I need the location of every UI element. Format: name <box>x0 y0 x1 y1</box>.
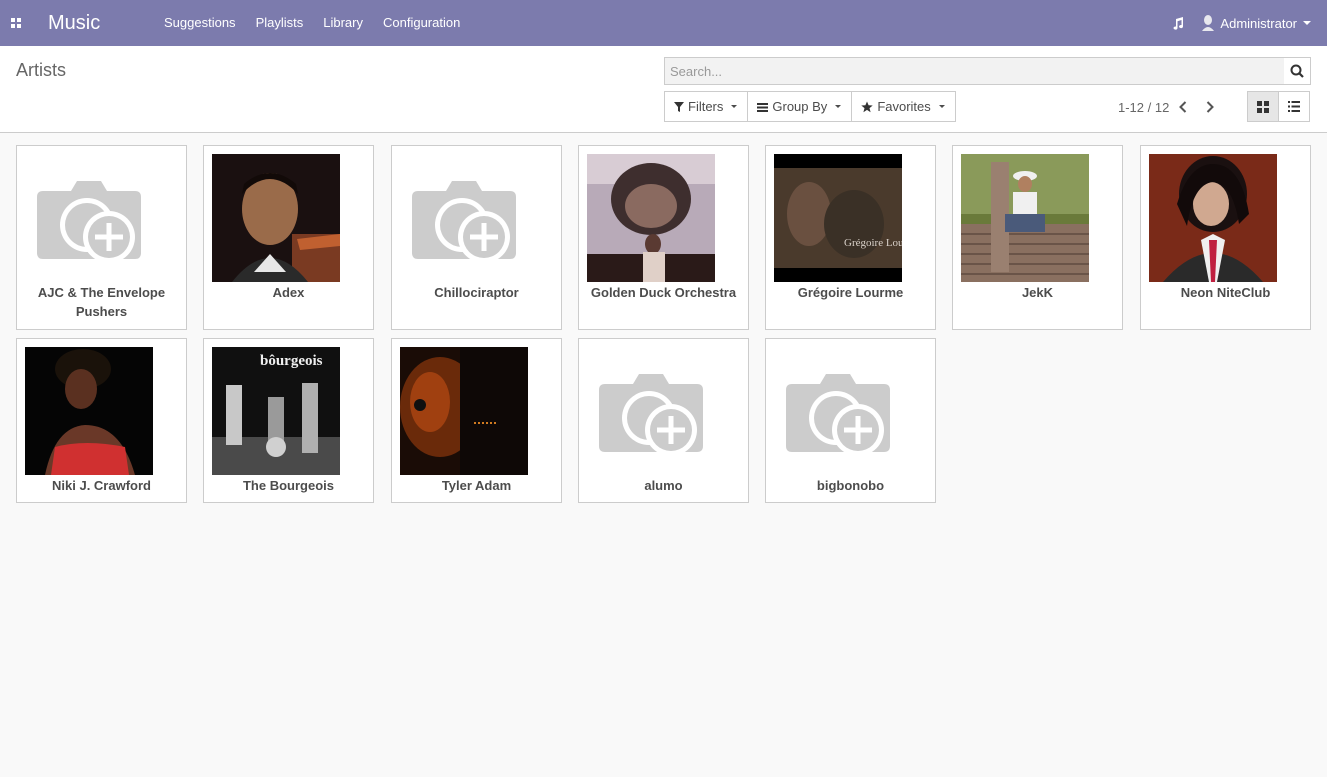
artist-name: bigbonobo <box>816 478 885 493</box>
breadcrumb: Artists <box>16 60 67 80</box>
camera-placeholder-icon <box>587 347 715 475</box>
apps-menu-icon[interactable] <box>0 0 32 46</box>
menu-item-library[interactable]: Library <box>313 0 373 46</box>
artist-photo <box>212 154 340 282</box>
artist-photo <box>961 154 1089 282</box>
artist-photo <box>25 347 153 475</box>
control-panel: Artists Filters Group By Favorites 1-12 … <box>0 46 1327 133</box>
user-caret-icon <box>1303 21 1311 25</box>
camera-placeholder-icon <box>774 347 902 475</box>
kanban-view-button[interactable] <box>1247 91 1279 122</box>
artist-card[interactable]: bigbonobo <box>765 338 936 503</box>
group-by-caret-icon <box>835 105 842 108</box>
list-view-icon <box>1288 101 1300 112</box>
photo-caption: bôurgeois <box>260 353 323 369</box>
artist-name: alumo <box>644 478 683 493</box>
menu-item-configuration[interactable]: Configuration <box>373 0 470 46</box>
favorites-button[interactable]: Favorites <box>851 91 956 122</box>
group-by-icon <box>757 102 769 112</box>
artist-photo: Grégoire Lourm <box>774 154 916 282</box>
search-options: Filters Group By Favorites <box>664 91 956 122</box>
artist-name: AJC & The Envelope Pushers <box>37 285 166 319</box>
artist-name: Chillociraptor <box>434 285 519 300</box>
artist-photo <box>587 154 715 282</box>
favorites-caret-icon <box>938 105 945 108</box>
artist-name: Adex <box>272 285 305 300</box>
search-bar <box>664 57 1311 85</box>
search-input[interactable] <box>665 58 1284 84</box>
filters-button[interactable]: Filters <box>664 91 749 122</box>
artist-name: Tyler Adam <box>441 478 512 493</box>
artist-card[interactable]: Grégoire Lourm Grégoire Lourme <box>765 145 936 330</box>
list-view-button[interactable] <box>1278 91 1310 122</box>
filter-icon <box>674 101 684 112</box>
search-icon[interactable] <box>1284 58 1310 84</box>
star-icon <box>861 101 874 113</box>
pager: 1-12 / 12 <box>1118 99 1223 115</box>
artist-card[interactable]: AJC & The Envelope Pushers <box>16 145 187 330</box>
artist-name: The Bourgeois <box>242 478 334 493</box>
photo-caption: Grégoire Lourm <box>844 237 902 249</box>
artist-card[interactable]: Neon NiteClub <box>1140 145 1311 330</box>
artist-card[interactable]: Tyler Adam <box>391 338 562 503</box>
main-menu: Suggestions Playlists Library Configurat… <box>154 0 470 46</box>
top-navbar: Music Suggestions Playlists Library Conf… <box>0 0 1327 46</box>
camera-placeholder-icon <box>400 154 528 282</box>
artist-card[interactable]: Chillociraptor <box>391 145 562 330</box>
favorites-label: Favorites <box>877 99 931 114</box>
music-note-icon[interactable] <box>1162 0 1194 46</box>
camera-placeholder-icon <box>25 154 153 282</box>
artist-name: Golden Duck Orchestra <box>590 285 737 300</box>
pager-next-icon[interactable] <box>1196 99 1223 115</box>
artist-card[interactable]: Golden Duck Orchestra <box>578 145 749 330</box>
artist-card[interactable]: Adex <box>203 145 374 330</box>
user-menu[interactable]: Administrator <box>1194 0 1327 46</box>
artist-card[interactable]: JekK <box>952 145 1123 330</box>
group-by-button[interactable]: Group By <box>747 91 853 122</box>
artist-photo <box>1149 154 1277 282</box>
artist-name: Grégoire Lourme <box>797 285 904 300</box>
filters-caret-icon <box>731 105 738 108</box>
artist-card[interactable]: bôurgeois The Bourgeois <box>203 338 374 503</box>
user-avatar-icon <box>1202 15 1215 31</box>
kanban-view-icon <box>1257 100 1269 113</box>
artist-name: Neon NiteClub <box>1180 285 1271 300</box>
artist-photo: bôurgeois <box>212 347 340 475</box>
filters-label: Filters <box>688 99 724 114</box>
view-switcher <box>1247 91 1310 122</box>
artist-card[interactable]: alumo <box>578 338 749 503</box>
artist-name: Niki J. Crawford <box>52 478 151 493</box>
artist-photo <box>400 347 528 475</box>
app-brand[interactable]: Music <box>48 12 146 35</box>
group-by-label: Group By <box>772 99 828 114</box>
user-name: Administrator <box>1220 15 1297 31</box>
pager-previous-icon[interactable] <box>1169 99 1196 115</box>
menu-item-playlists[interactable]: Playlists <box>246 0 314 46</box>
pager-value[interactable]: 1-12 / 12 <box>1118 100 1169 115</box>
artist-card[interactable]: Niki J. Crawford <box>16 338 187 503</box>
menu-item-suggestions[interactable]: Suggestions <box>154 0 246 46</box>
artist-name: JekK <box>1021 285 1054 300</box>
